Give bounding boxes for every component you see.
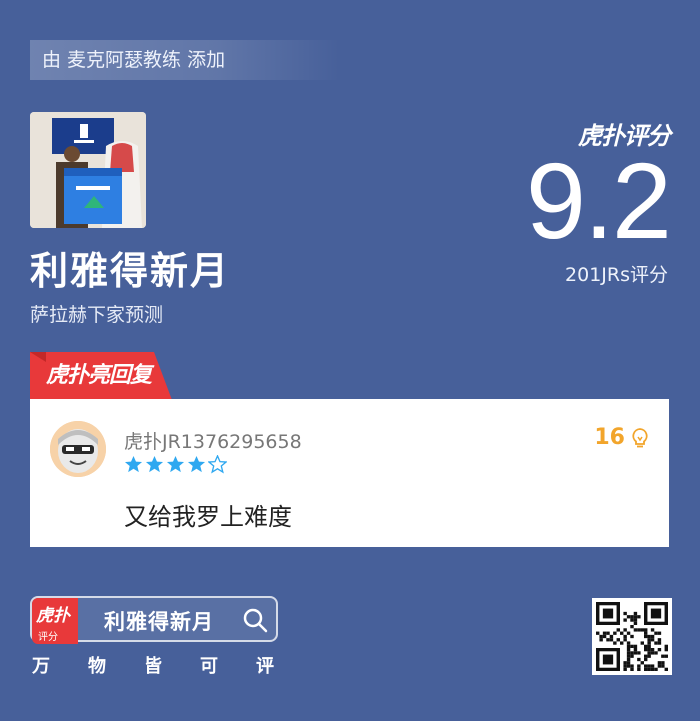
slogan-char: 物: [88, 656, 106, 677]
star-filled-icon: [187, 455, 206, 473]
rating-count: 201JRs评分: [565, 264, 668, 286]
star-filled-icon: [166, 455, 185, 473]
app-icon-label: 虎扑: [36, 606, 70, 626]
like-button[interactable]: 16: [594, 425, 649, 450]
reply-star-rating: [124, 455, 227, 474]
slogan-char: 万: [32, 656, 50, 677]
star-filled-icon: [145, 455, 164, 473]
item-title: 利雅得新月: [30, 249, 231, 293]
hot-reply-badge-label: 虎扑亮回复: [46, 363, 152, 388]
star-empty-icon: [208, 455, 227, 474]
slogan-char: 评: [256, 656, 274, 677]
reply-username[interactable]: 虎扑JR1376295658: [124, 427, 302, 454]
hot-reply-card: 虎扑JR1376295658 16 又给我罗上难度: [30, 399, 669, 547]
added-by-banner: 由 麦克阿瑟教练 添加: [30, 40, 340, 80]
search-query-text: 利雅得新月: [104, 610, 214, 634]
search-bar[interactable]: 虎扑 评分 利雅得新月: [30, 596, 278, 644]
slogan: 万 物 皆 可 评: [32, 652, 274, 678]
item-subtitle: 萨拉赫下家预测: [30, 304, 164, 326]
slogan-char: 皆: [144, 656, 162, 677]
star-filled-icon: [124, 455, 143, 473]
avatar[interactable]: [50, 421, 106, 477]
slogan-char: 可: [200, 656, 218, 677]
hupu-app-icon: 虎扑 评分: [32, 598, 78, 644]
search-icon[interactable]: [242, 607, 268, 633]
app-icon-sublabel: 评分: [38, 632, 58, 643]
reply-comment-text: 又给我罗上难度: [124, 503, 292, 531]
lightbulb-icon: [632, 427, 648, 447]
like-count: 16: [594, 425, 625, 450]
rating-score: 9.2: [525, 140, 672, 261]
item-cover-image: [30, 112, 146, 228]
qr-code: [592, 598, 672, 675]
